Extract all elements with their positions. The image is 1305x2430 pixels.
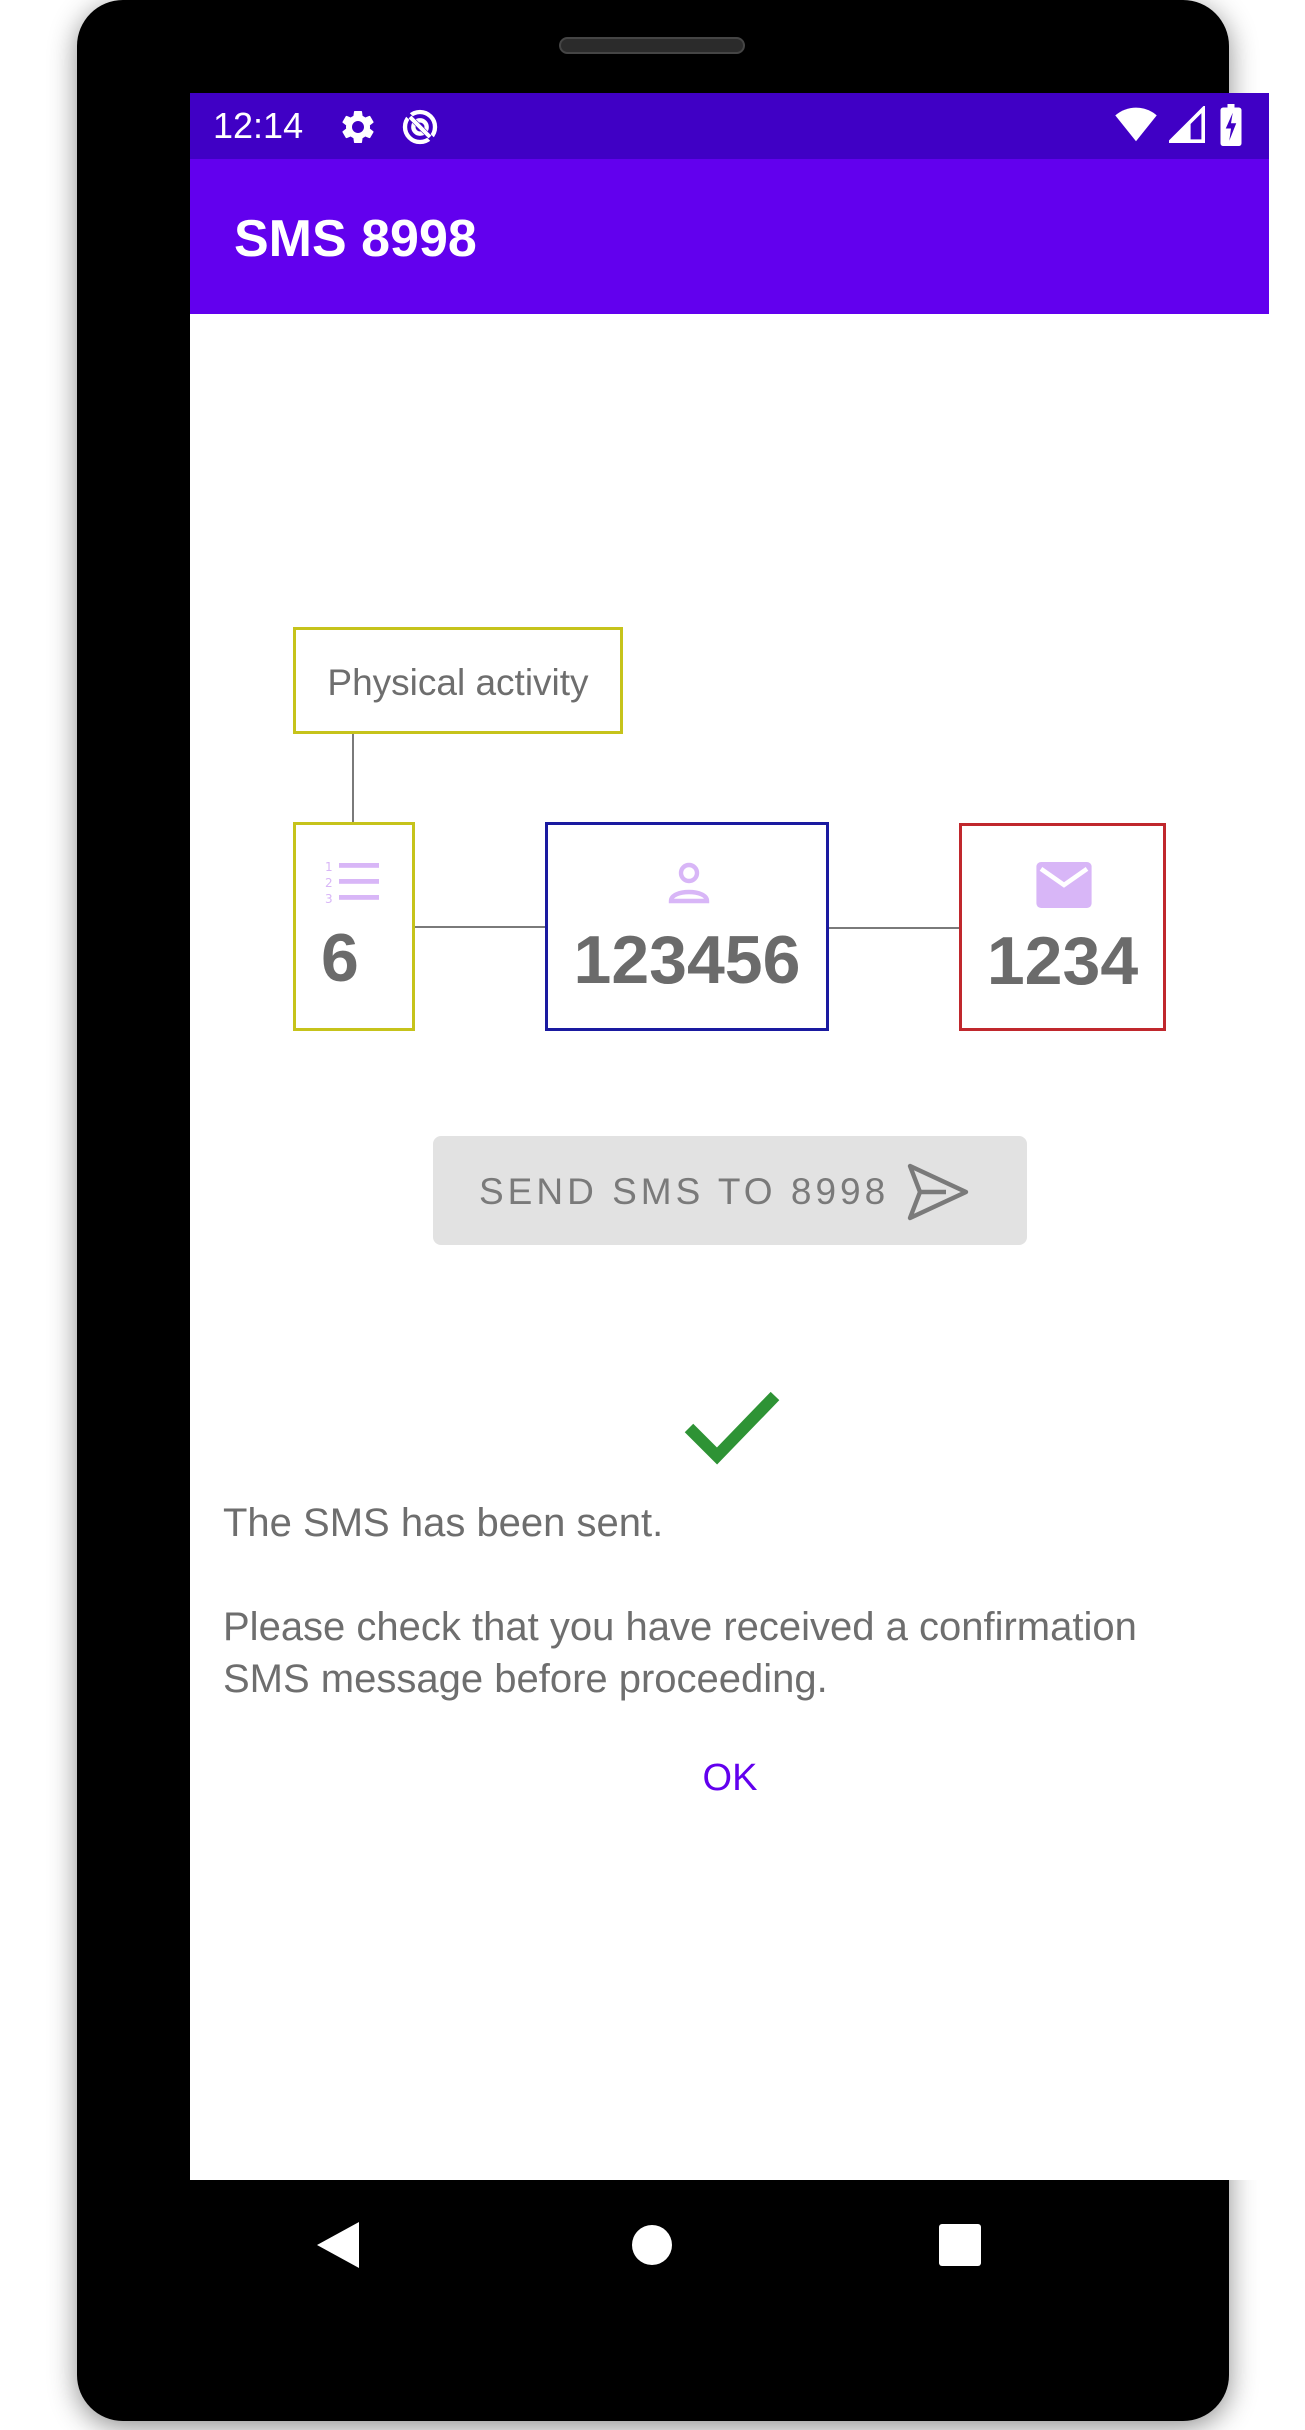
battery-charging-icon [1220,104,1242,146]
device-screen: 12:14 SMS 8998 Physical activity 1 2 3 6… [190,93,1269,2180]
svg-text:3: 3 [325,892,333,905]
activity-box: Physical activity [293,627,623,734]
gear-icon [338,107,378,147]
back-icon[interactable] [315,2220,361,2275]
earpiece-speaker [559,37,745,54]
connector-id-code [829,927,959,929]
wifi-icon [1115,105,1157,145]
ok-button[interactable]: OK [670,1743,790,1813]
phone-frame: 12:14 SMS 8998 Physical activity 1 2 3 6… [77,0,1269,2421]
screenshot-stage: 12:14 SMS 8998 Physical activity 1 2 3 6… [0,0,1305,2430]
participant-id-value: 123456 [573,922,801,998]
code-value: 1234 [986,923,1139,999]
count-box: 1 2 3 6 [293,822,415,1031]
activity-label: Physical activity [327,662,589,703]
svg-text:1: 1 [325,860,333,874]
checkmark-icon [683,1388,783,1473]
send-icon [906,1162,970,1227]
app-title: SMS 8998 [234,210,477,268]
signal-icon [1166,104,1205,146]
recents-icon[interactable] [939,2224,981,2271]
sync-icon [400,107,440,147]
person-icon [665,859,713,912]
connector-count-id [415,926,545,928]
numbered-list-icon: 1 2 3 [325,859,381,910]
status-time: 12:14 [213,105,304,146]
sms-sent-message: The SMS has been sent. [223,1501,664,1545]
mail-icon [1036,862,1092,913]
home-icon[interactable] [631,2224,673,2271]
connector-activity-count [352,734,354,822]
participant-id-box: 123456 [545,822,829,1031]
send-sms-button[interactable]: SEND SMS TO 8998 [433,1136,1027,1245]
send-sms-label: SEND SMS TO 8998 [479,1171,890,1212]
confirmation-instruction: Please check that you have received a co… [223,1605,1137,1701]
svg-text:2: 2 [325,876,333,890]
status-bar: 12:14 [190,93,1269,159]
app-bar: SMS 8998 [190,159,1269,314]
code-box: 1234 [959,823,1166,1031]
count-value: 6 [321,920,359,996]
